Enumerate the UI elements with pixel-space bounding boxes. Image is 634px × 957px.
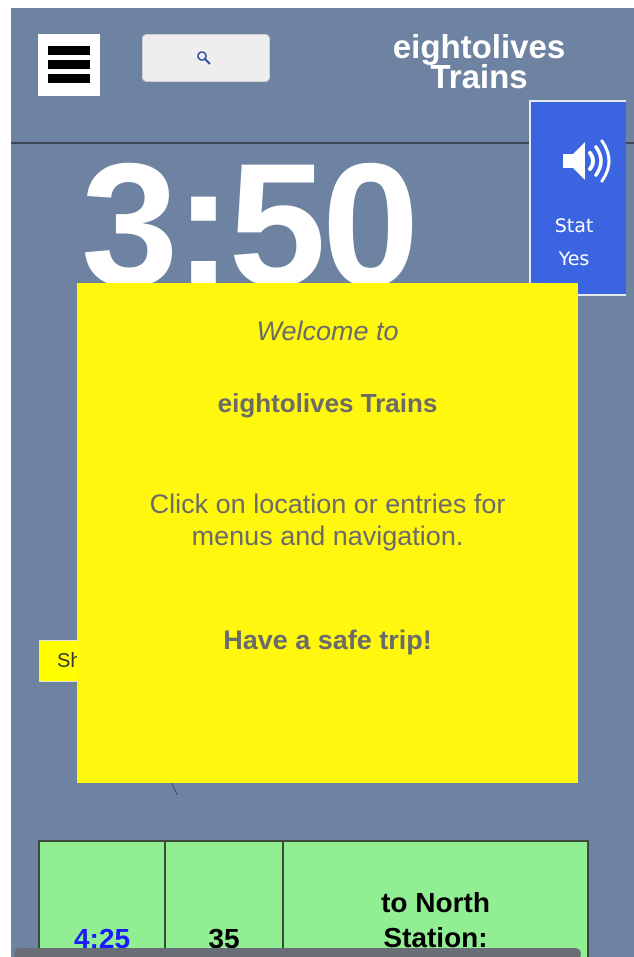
table-row[interactable]: 4:25 35 to North Station: — [38, 840, 589, 957]
app-screen: eightolives Trains 3:50 Stat Yes Sh Welc… — [11, 8, 634, 957]
menu-bar-top — [48, 46, 90, 55]
departure-destination[interactable]: to North Station: — [282, 840, 589, 957]
status-label: Stat — [554, 215, 594, 237]
welcome-instructions: Click on location or entries for menus a… — [77, 488, 578, 552]
status-button[interactable]: Stat Yes — [529, 100, 626, 296]
welcome-popup[interactable]: Welcome to eightolives Trains Click on l… — [77, 283, 578, 783]
speaker-volume-icon — [563, 139, 611, 183]
status-value: Yes — [558, 248, 590, 270]
app-title-text: eightolives Trains — [392, 28, 566, 95]
departure-time[interactable]: 4:25 — [38, 840, 166, 957]
train-number[interactable]: 35 — [164, 840, 284, 957]
welcome-greeting: Welcome to — [256, 316, 399, 346]
small-marker — [168, 783, 178, 795]
search-button[interactable] — [142, 34, 270, 82]
menu-bar-bottom — [48, 74, 90, 83]
magnifier-icon — [197, 51, 211, 65]
horizontal-scrollbar[interactable] — [14, 948, 581, 957]
hamburger-menu-icon[interactable] — [38, 34, 100, 96]
menu-bar-middle — [48, 60, 90, 69]
welcome-app-name: eightolives Trains — [217, 388, 438, 418]
app-title: eightolives Trains — [369, 30, 589, 93]
departures-table: 4:25 35 to North Station: — [38, 840, 589, 957]
welcome-farewell: Have a safe trip! — [223, 625, 432, 655]
departure-destination-text: to North Station: — [381, 887, 490, 953]
welcome-instructions-text: Click on location or entries for menus a… — [149, 489, 506, 551]
